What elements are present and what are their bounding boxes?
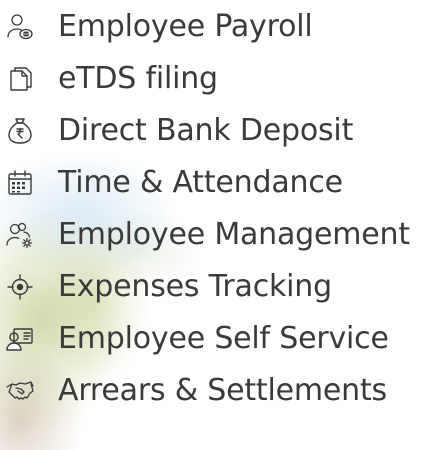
menu-item-expenses-tracking[interactable]: Expenses Tracking xyxy=(0,260,444,312)
menu-item-label: Employee Payroll xyxy=(58,9,313,44)
menu-item-direct-bank-deposit[interactable]: Direct Bank Deposit xyxy=(0,104,444,156)
calendar-icon xyxy=(3,166,37,200)
menu-item-label: Employee Self Service xyxy=(58,321,389,356)
document-icon xyxy=(3,62,37,96)
users-gear-icon xyxy=(3,218,37,252)
money-bag-icon xyxy=(3,114,37,148)
menu-item-label: Arrears & Settlements xyxy=(58,373,387,408)
menu-item-etds-filing[interactable]: eTDS filing xyxy=(0,52,444,104)
menu-item-label: Direct Bank Deposit xyxy=(58,113,354,148)
user-coin-icon xyxy=(3,10,37,44)
handshake-icon xyxy=(3,374,37,408)
menu-item-arrears-settlements[interactable]: Arrears & Settlements xyxy=(0,364,444,416)
menu-item-label: Time & Attendance xyxy=(58,165,343,200)
id-card-icon xyxy=(3,322,37,356)
menu-item-label: Employee Management xyxy=(58,217,410,252)
target-icon xyxy=(3,270,37,304)
menu-item-label: Expenses Tracking xyxy=(58,269,332,304)
menu-item-employee-management[interactable]: Employee Management xyxy=(0,208,444,260)
menu-item-label: eTDS filing xyxy=(58,61,218,96)
menu-item-time-attendance[interactable]: Time & Attendance xyxy=(0,156,444,208)
menu-item-employee-payroll[interactable]: Employee Payroll xyxy=(0,0,444,52)
menu-item-employee-self-service[interactable]: Employee Self Service xyxy=(0,312,444,364)
